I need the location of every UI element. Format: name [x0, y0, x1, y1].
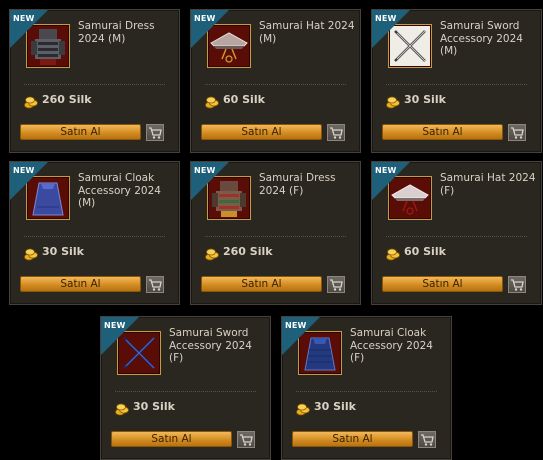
divider	[115, 391, 256, 392]
item-card: NEW Samurai Sword Accessory 2024 (M) 30 …	[371, 9, 542, 153]
add-to-cart-button[interactable]	[327, 276, 345, 293]
item-title: Samurai Sword Accessory 2024 (F)	[169, 327, 252, 364]
new-badge: NEW	[191, 10, 229, 48]
price-text: 60 Silk	[223, 93, 265, 106]
silk-coins-icon	[296, 403, 310, 416]
silk-coins-icon	[205, 248, 219, 261]
new-badge: NEW	[101, 317, 139, 355]
cart-icon	[149, 127, 162, 139]
item-title: Samurai Dress 2024 (F)	[259, 172, 336, 197]
divider	[24, 236, 165, 237]
cart-icon	[511, 279, 524, 291]
item-card: NEW Samurai Hat 2024 (F) 60 Silk Satın A…	[371, 161, 542, 305]
silk-coins-icon	[386, 248, 400, 261]
price-text: 30 Silk	[404, 93, 446, 106]
item-card: NEW Samurai Dress 2024 (F) 260 Silk Satı…	[190, 161, 361, 305]
divider	[24, 84, 165, 85]
add-to-cart-button[interactable]	[508, 124, 526, 141]
item-card: NEW Samurai Cloak Accessory 2024 (F) 30 …	[281, 316, 452, 460]
new-badge: NEW	[10, 10, 48, 48]
item-card: NEW Samurai Dress 2024 (M) 260 Silk Satı…	[9, 9, 180, 153]
price-text: 60 Silk	[404, 245, 446, 258]
item-card: NEW Samurai Hat 2024 (M) 60 Silk Satın A…	[190, 9, 361, 153]
cart-icon	[240, 434, 253, 446]
buy-button[interactable]: Satın Al	[20, 124, 141, 140]
item-title: Samurai Sword Accessory 2024 (M)	[440, 20, 523, 57]
new-badge: NEW	[282, 317, 320, 355]
item-title: Samurai Cloak Accessory 2024 (M)	[78, 172, 161, 209]
item-title: Samurai Hat 2024 (M)	[259, 20, 355, 45]
add-to-cart-button[interactable]	[508, 276, 526, 293]
divider	[205, 84, 346, 85]
silk-coins-icon	[24, 96, 38, 109]
buy-button[interactable]: Satın Al	[111, 431, 232, 447]
add-to-cart-button[interactable]	[146, 276, 164, 293]
buy-button[interactable]: Satın Al	[292, 431, 413, 447]
cart-icon	[330, 127, 343, 139]
new-badge: NEW	[372, 162, 410, 200]
add-to-cart-button[interactable]	[418, 431, 436, 448]
divider	[386, 236, 527, 237]
cart-icon	[330, 279, 343, 291]
cart-icon	[421, 434, 434, 446]
price-text: 30 Silk	[42, 245, 84, 258]
item-title: Samurai Cloak Accessory 2024 (F)	[350, 327, 433, 364]
new-badge: NEW	[10, 162, 48, 200]
buy-button[interactable]: Satın Al	[382, 276, 503, 292]
price-text: 30 Silk	[133, 400, 175, 413]
add-to-cart-button[interactable]	[237, 431, 255, 448]
divider	[205, 236, 346, 237]
add-to-cart-button[interactable]	[146, 124, 164, 141]
buy-button[interactable]: Satın Al	[201, 276, 322, 292]
price-text: 260 Silk	[42, 93, 92, 106]
item-card: NEW Samurai Cloak Accessory 2024 (M) 30 …	[9, 161, 180, 305]
buy-button[interactable]: Satın Al	[201, 124, 322, 140]
silk-coins-icon	[386, 96, 400, 109]
cart-icon	[149, 279, 162, 291]
buy-button[interactable]: Satın Al	[382, 124, 503, 140]
price-text: 30 Silk	[314, 400, 356, 413]
silk-coins-icon	[24, 248, 38, 261]
divider	[296, 391, 437, 392]
item-title: Samurai Hat 2024 (F)	[440, 172, 536, 197]
item-card: NEW Samurai Sword Accessory 2024 (F) 30 …	[100, 316, 271, 460]
price-text: 260 Silk	[223, 245, 273, 258]
buy-button[interactable]: Satın Al	[20, 276, 141, 292]
item-title: Samurai Dress 2024 (M)	[78, 20, 155, 45]
silk-coins-icon	[205, 96, 219, 109]
divider	[386, 84, 527, 85]
new-badge: NEW	[372, 10, 410, 48]
add-to-cart-button[interactable]	[327, 124, 345, 141]
silk-coins-icon	[115, 403, 129, 416]
new-badge: NEW	[191, 162, 229, 200]
cart-icon	[511, 127, 524, 139]
